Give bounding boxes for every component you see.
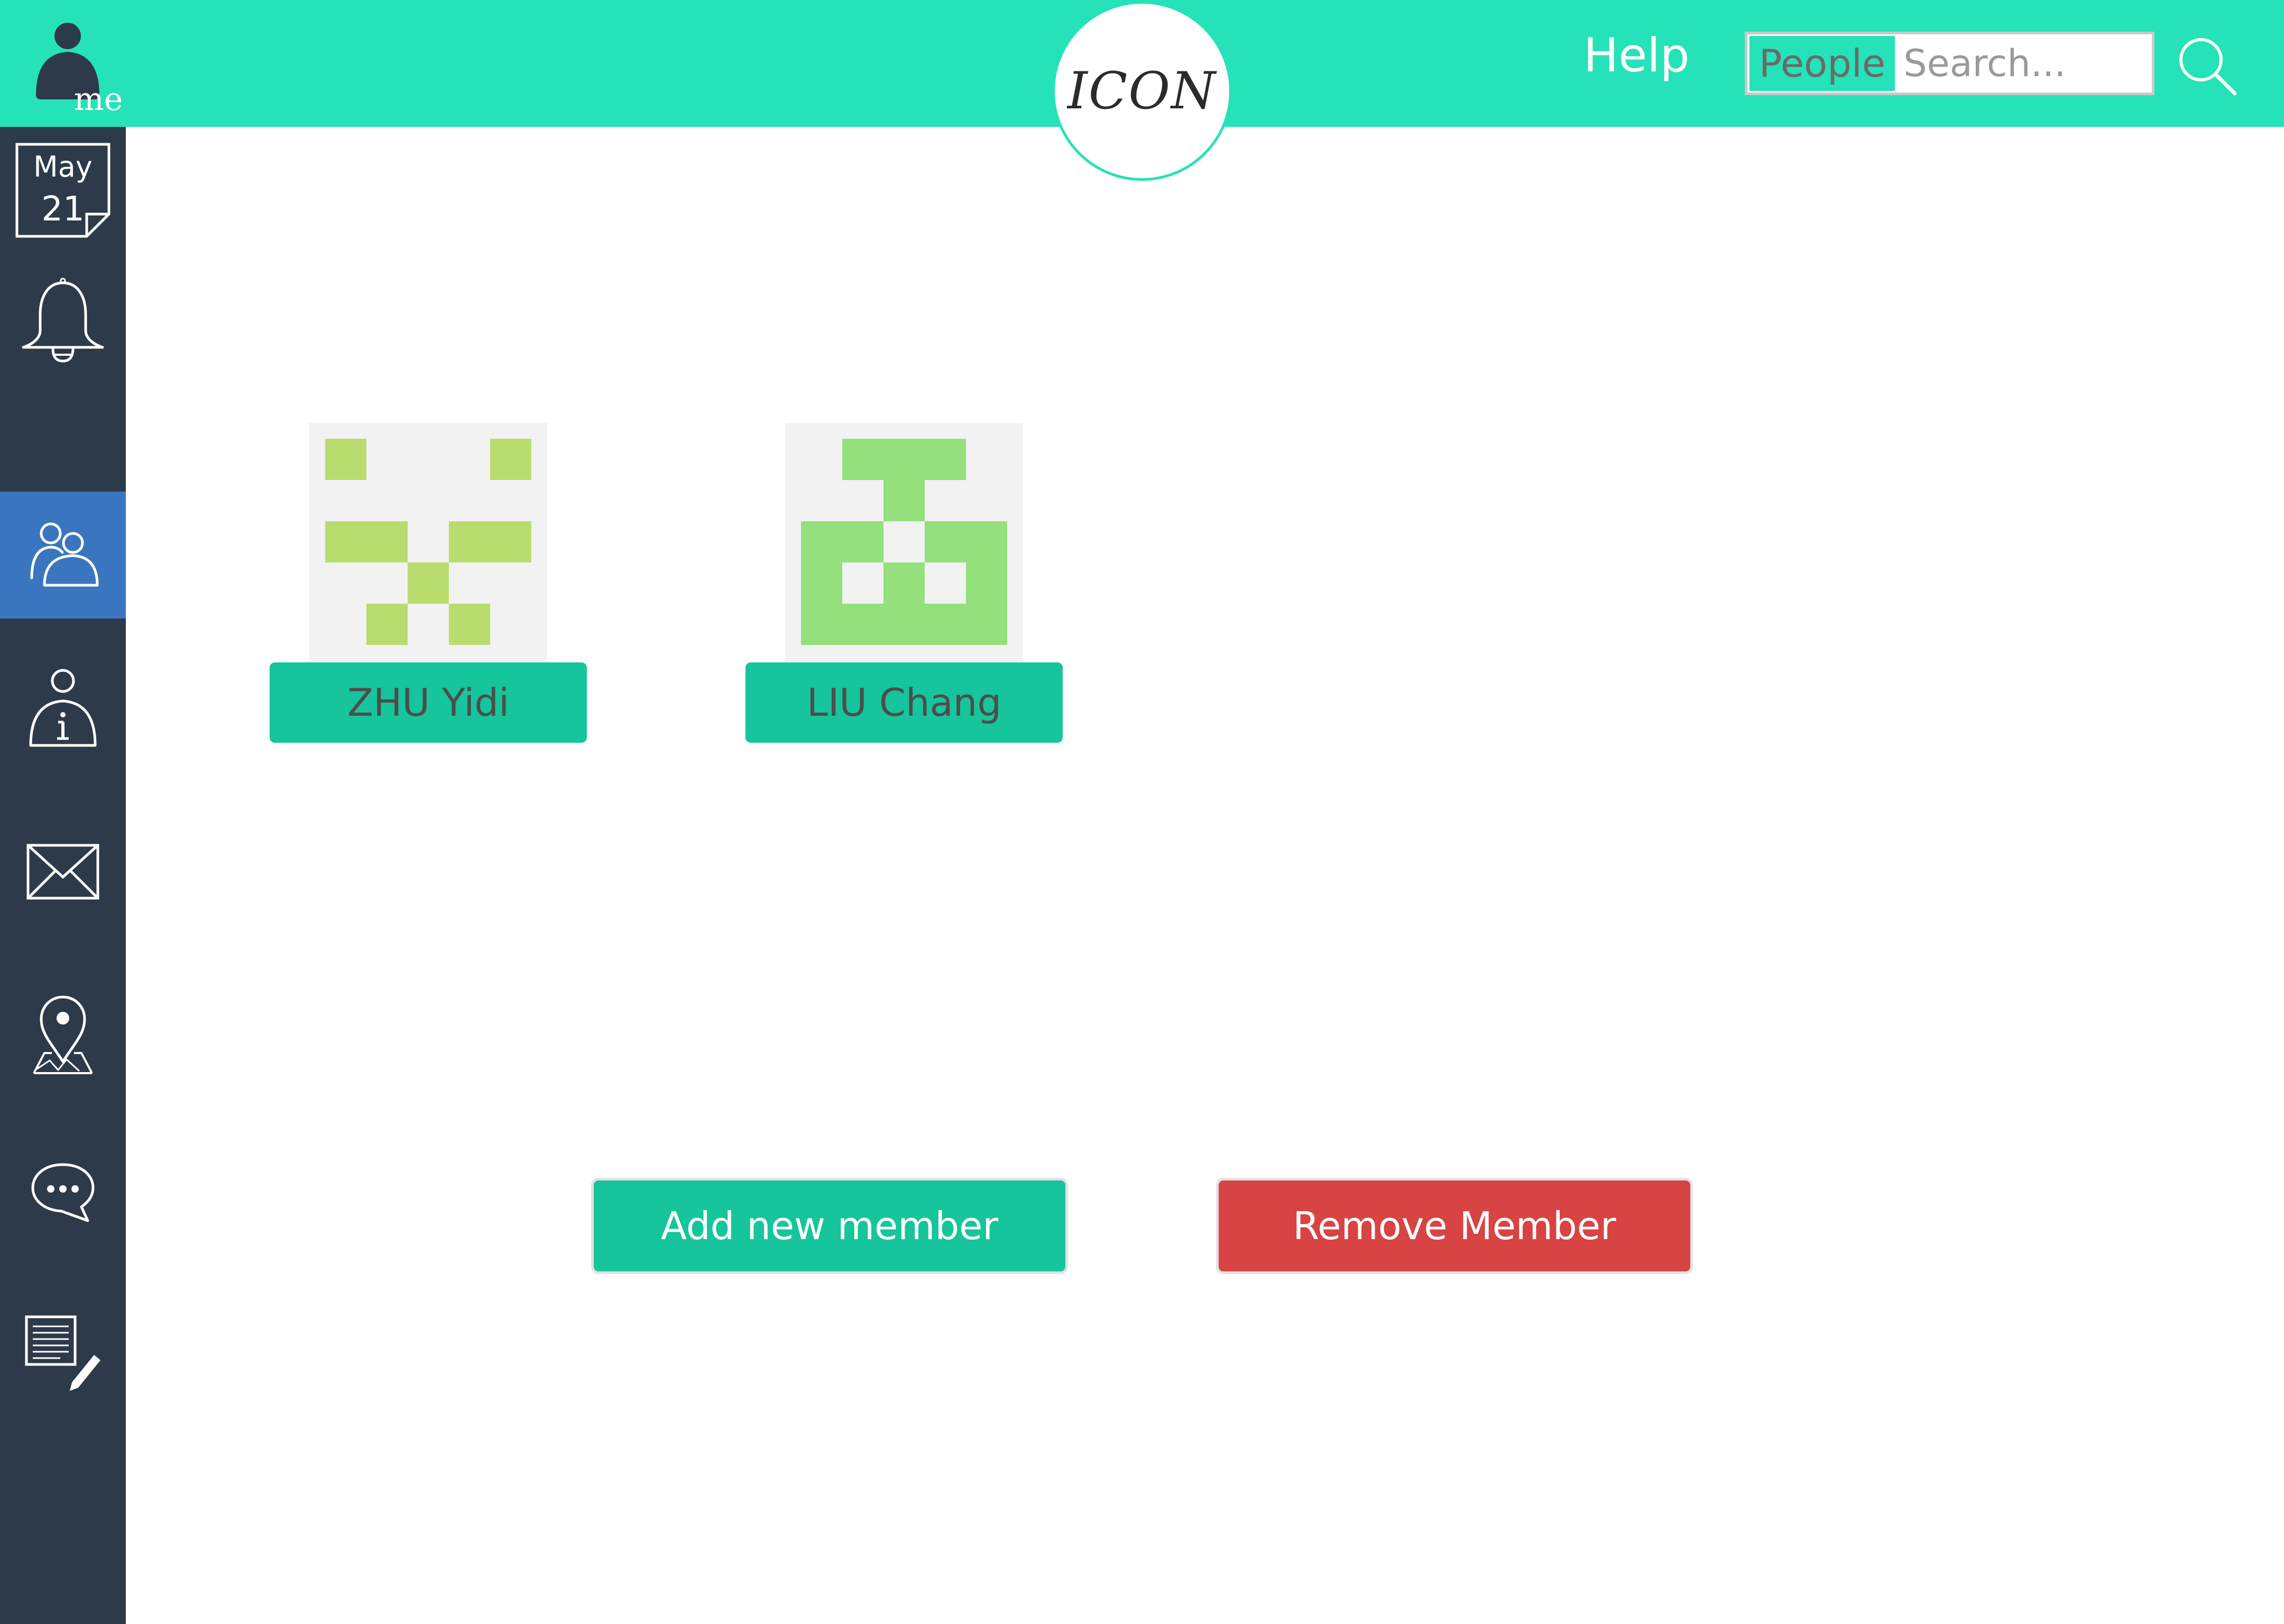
member-card[interactable]: ZHU Yidi [270,423,587,745]
identicon-avatar-icon [325,439,531,645]
sidebar-item-notes[interactable] [0,1290,126,1417]
member-avatar [785,423,1023,661]
member-card[interactable]: LIU Chang [745,423,1063,745]
envelope-icon [26,844,99,900]
calendar-month: May [33,150,93,183]
member-name-button[interactable]: LIU Chang [745,662,1063,743]
search-button[interactable] [2176,34,2239,98]
sidebar-item-people[interactable] [0,492,126,619]
app-root: me Help People ICON May 21 [0,0,2284,1624]
sidebar: May 21 [0,127,126,1624]
add-member-button[interactable]: Add new member [591,1178,1068,1274]
remove-member-button[interactable]: Remove Member [1216,1178,1693,1274]
map-pin-icon [33,995,93,1074]
bell-icon [22,278,104,363]
sidebar-item-notifications[interactable] [0,259,126,386]
magnifier-icon [2179,38,2237,96]
logo-text: ICON [1067,61,1217,121]
app-logo[interactable]: ICON [1052,1,1232,181]
sidebar-item-chat[interactable] [0,1129,126,1256]
me-label: me [73,81,123,118]
sidebar-item-calendar[interactable]: May 21 [0,127,126,254]
member-avatar [309,423,547,661]
search-box: People [1745,32,2154,95]
people-icon [30,522,99,587]
identicon-avatar-icon [801,439,1007,645]
user-info-icon [29,669,97,747]
member-name-button[interactable]: ZHU Yidi [270,662,587,743]
search-input[interactable] [1895,37,2152,90]
chat-bubble-icon [31,1163,95,1222]
search-scope-tag[interactable]: People [1749,36,1895,91]
calendar-day: 21 [41,190,85,229]
sidebar-item-mail[interactable] [0,809,126,936]
note-edit-icon [25,1315,100,1391]
sidebar-item-map[interactable] [0,973,126,1100]
help-link[interactable]: Help [1583,26,1690,85]
sidebar-item-profile-info[interactable] [0,645,126,772]
me-avatar-button[interactable]: me [31,21,123,118]
